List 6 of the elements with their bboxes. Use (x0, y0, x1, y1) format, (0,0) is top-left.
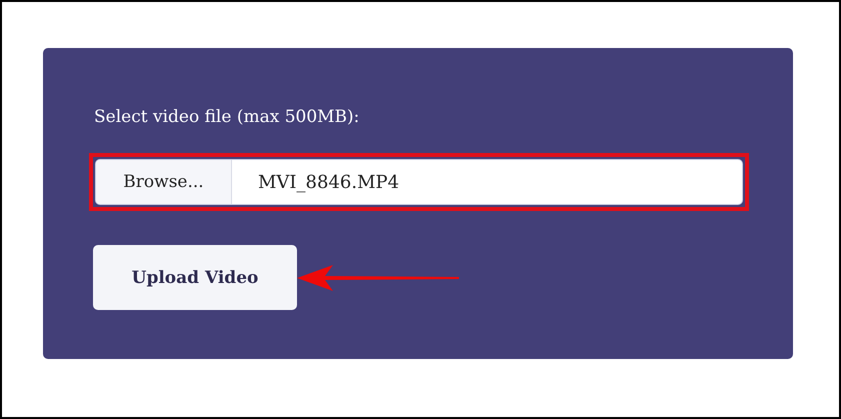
file-input-field[interactable]: Browse... MVI_8846.MP4 (95, 159, 743, 205)
file-name: MVI_8846.MP4 (257, 170, 400, 194)
field-label: Select video file (max 500MB): (94, 106, 360, 128)
upload-button[interactable]: Upload Video (93, 245, 297, 310)
arrow-icon (297, 265, 459, 291)
browse-button[interactable]: Browse... (96, 160, 232, 204)
